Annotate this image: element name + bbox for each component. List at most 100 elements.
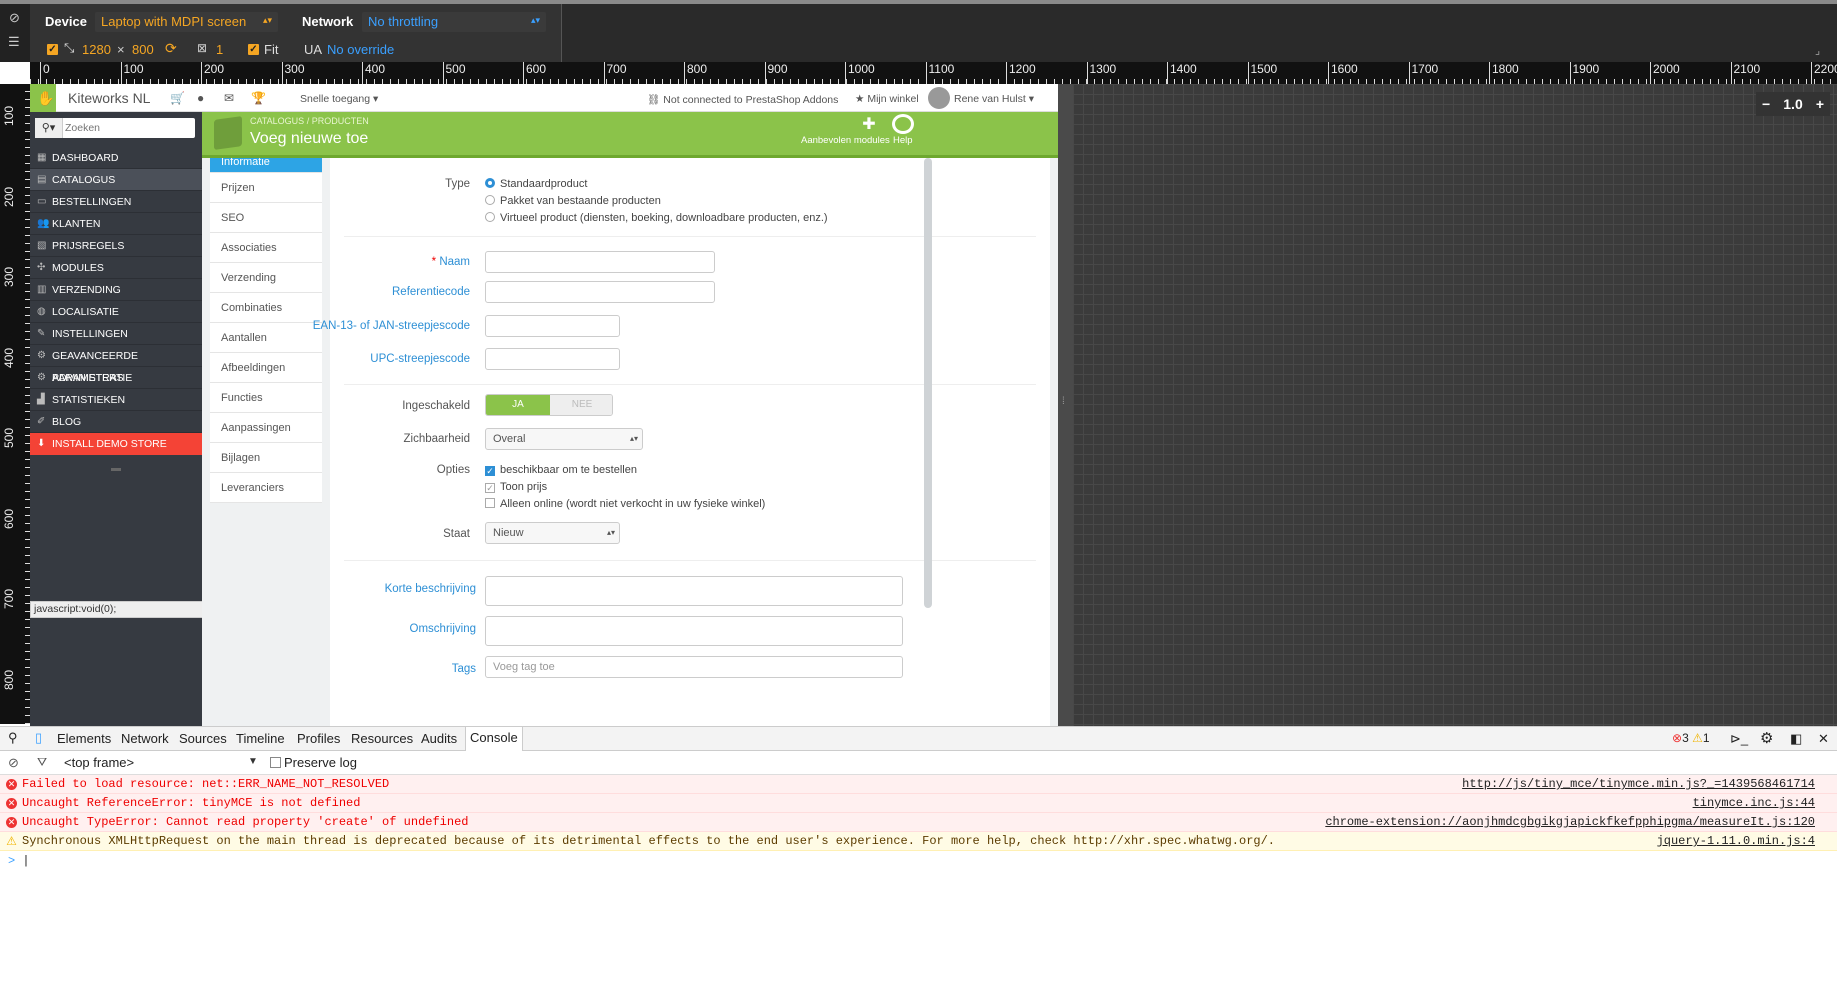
search-input[interactable] <box>65 120 189 136</box>
mail-icon[interactable]: ✉ <box>224 91 234 105</box>
drawer-icon[interactable]: ☰ <box>8 34 20 50</box>
visibility-select[interactable]: Overal ▴▾ <box>485 428 643 450</box>
tab-sources[interactable]: Sources <box>179 731 227 746</box>
sidebar-item-preferences[interactable]: ✎ Instellingen <box>30 323 202 345</box>
device-select[interactable]: Laptop with MDPI screen ▴▾ <box>95 12 278 32</box>
fit-checkbox[interactable]: ✓ <box>248 44 259 55</box>
tab-quantities[interactable]: Aantallen <box>210 323 322 353</box>
tab-combinations[interactable]: Combinaties <box>210 293 322 323</box>
preserve-log-checkbox[interactable] <box>270 757 281 768</box>
option-online-only[interactable]: Alleen online (wordt niet verkocht in uw… <box>485 498 765 510</box>
tab-suppliers[interactable]: Leveranciers <box>210 473 322 503</box>
checkbox[interactable] <box>485 498 495 508</box>
user-icon[interactable]: ● <box>197 91 204 105</box>
resolution-checkbox[interactable]: ✓ <box>47 44 58 55</box>
lifebuoy-icon[interactable] <box>892 114 914 134</box>
help-button[interactable]: Help <box>893 135 913 146</box>
search-icon[interactable]: ⚲ <box>8 730 18 746</box>
upc-input[interactable] <box>485 348 620 370</box>
option-show-price[interactable]: ✓ Toon prijs <box>485 481 547 493</box>
radio[interactable] <box>485 195 495 205</box>
tab-audits[interactable]: Audits <box>421 731 457 746</box>
sidebar-item-advanced-parameters[interactable]: ⚙ Geavanceerde parameters <box>30 345 202 384</box>
ean-input[interactable] <box>485 315 620 337</box>
zoom-control[interactable]: − 1.0 + <box>1756 92 1830 116</box>
enabled-switch[interactable]: JA NEE <box>485 394 613 416</box>
swap-dimensions-icon[interactable]: ⟳ <box>165 40 177 57</box>
zoom-in-icon[interactable]: + <box>1816 92 1824 116</box>
sidebar-item-localization[interactable]: ◍ Localisatie <box>30 301 202 323</box>
sidebar-item-stats[interactable]: ▟ Statistieken <box>30 389 202 411</box>
short-description-input[interactable] <box>485 576 903 606</box>
switch-no[interactable]: NEE <box>550 395 612 415</box>
recommended-modules-button[interactable]: Aanbevolen modules <box>801 135 890 146</box>
tab-timeline[interactable]: Timeline <box>236 731 285 746</box>
error-counter[interactable]: ⊗3 ⚠1 <box>1672 731 1710 745</box>
trophy-icon[interactable]: 🏆 <box>251 91 266 105</box>
dpr-value[interactable]: 1 <box>216 42 223 57</box>
message-source-link[interactable]: jquery-1.11.0.min.js:4 <box>1657 832 1815 851</box>
name-input[interactable] <box>485 251 715 273</box>
breadcrumb-products[interactable]: PRODUCTEN <box>312 116 369 126</box>
radio-selected[interactable] <box>485 178 495 188</box>
settings-gear-icon[interactable]: ⚙ <box>1760 729 1773 747</box>
sidebar-item-blog[interactable]: ✐ Blog <box>30 411 202 433</box>
store-name[interactable]: Kiteworks NL <box>68 90 150 106</box>
addons-status[interactable]: ⛓ Not connected to PrestaShop Addons <box>647 93 838 106</box>
tab-customizations[interactable]: Aanpassingen <box>210 413 322 443</box>
network-select[interactable]: No throttling ▴▾ <box>362 12 546 32</box>
zoom-out-icon[interactable]: − <box>1762 92 1770 116</box>
height-value[interactable]: 800 <box>132 42 154 57</box>
tab-images[interactable]: Afbeeldingen <box>210 353 322 383</box>
sidebar-item-dashboard[interactable]: ▦ Dashboard <box>30 147 202 169</box>
device-mode-icon[interactable]: ▯ <box>35 730 42 746</box>
type-option-standard[interactable]: Standaardproduct <box>485 178 587 190</box>
caret-down-icon[interactable]: ▼ <box>248 756 258 767</box>
tab-elements[interactable]: Elements <box>57 731 111 746</box>
prestashop-logo[interactable]: ✋ <box>30 84 56 112</box>
sidebar-item-shipping[interactable]: ▥ Verzending <box>30 279 202 301</box>
page-scrollbar[interactable] <box>924 158 932 608</box>
tab-seo[interactable]: SEO <box>210 203 322 233</box>
filter-icon[interactable]: ⛛ <box>37 755 47 770</box>
message-source-link[interactable]: tinymce.inc.js:44 <box>1693 794 1815 813</box>
collapse-icon[interactable]: ▬ <box>30 455 202 475</box>
clear-console-icon[interactable]: ⊘ <box>8 755 19 771</box>
reference-input[interactable] <box>485 281 715 303</box>
console-drawer-icon[interactable]: ⊳_ <box>1730 731 1748 747</box>
tab-associations[interactable]: Associaties <box>210 233 322 263</box>
tab-features[interactable]: Functies <box>210 383 322 413</box>
resize-handle[interactable]: ⁞ <box>1058 84 1073 726</box>
frame-select[interactable]: <top frame> <box>64 755 134 770</box>
tab-shipping[interactable]: Verzending <box>210 263 322 293</box>
message-source-link[interactable]: http://js/tiny_mce/tinymce.min.js?_=1439… <box>1462 775 1815 794</box>
quick-access-menu[interactable]: Snelle toegang ▾ <box>300 93 378 105</box>
radio[interactable] <box>485 212 495 222</box>
tab-network[interactable]: Network <box>121 731 169 746</box>
tab-attachments[interactable]: Bijlagen <box>210 443 322 473</box>
cart-icon[interactable]: 🛒 <box>170 91 185 105</box>
sidebar-item-customers[interactable]: 👥 Klanten <box>30 213 202 235</box>
option-available-for-order[interactable]: ✓ beschikbaar om te bestellen <box>485 464 637 476</box>
tab-resources[interactable]: Resources <box>351 731 413 746</box>
breadcrumb-catalog[interactable]: CATALOGUS <box>250 116 304 126</box>
sidebar-item-install-demo[interactable]: ⬇ Install demo store <box>30 433 202 455</box>
message-source-link[interactable]: chrome-extension://aonjhmdcgbgikgjapickf… <box>1325 813 1815 832</box>
my-shop-link[interactable]: ★ Mijn winkel <box>855 93 919 105</box>
tab-profiles[interactable]: Profiles <box>297 731 340 746</box>
tab-information[interactable]: Informatie <box>210 158 322 173</box>
sidebar-item-catalog[interactable]: ▤ Catalogus <box>30 169 202 191</box>
sidebar-item-orders[interactable]: ▭ Bestellingen <box>30 191 202 213</box>
close-icon[interactable]: ✕ <box>1818 731 1829 747</box>
avatar[interactable] <box>928 87 950 109</box>
search-box[interactable]: ⚲▾ <box>35 118 195 138</box>
width-value[interactable]: 1280 <box>82 42 111 57</box>
console-prompt[interactable]: > | <box>0 852 1837 871</box>
no-emulation-icon[interactable]: ⊘ <box>9 10 20 26</box>
dock-icon[interactable]: ◧ <box>1790 731 1802 747</box>
checkbox-disabled-checked[interactable]: ✓ <box>485 483 495 493</box>
description-input[interactable] <box>485 616 903 646</box>
condition-select[interactable]: Nieuw ▴▾ <box>485 522 620 544</box>
tags-input[interactable]: Voeg tag toe <box>485 656 903 678</box>
tab-prices[interactable]: Prijzen <box>210 173 322 203</box>
